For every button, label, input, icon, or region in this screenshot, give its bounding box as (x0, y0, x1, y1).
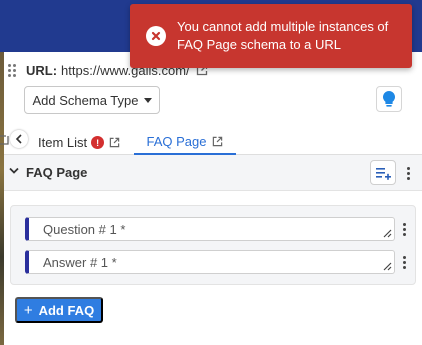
tab-faq-page-label: FAQ Page (146, 134, 207, 149)
tab-faq-page[interactable]: FAQ Page (134, 130, 236, 155)
external-link-icon[interactable] (0, 134, 10, 146)
url-label: URL: (26, 62, 58, 78)
answer-placeholder: Answer # 1 * (43, 254, 117, 270)
external-link-icon[interactable] (109, 137, 120, 148)
schema-tabs: Item List ! FAQ Page (0, 126, 422, 155)
question-field[interactable]: Question # 1 * (25, 217, 395, 241)
resize-handle-icon[interactable] (383, 229, 392, 238)
chevron-left-icon (15, 134, 22, 144)
add-to-list-button[interactable] (370, 160, 396, 185)
lightbulb-icon (383, 91, 395, 107)
resize-handle-icon[interactable] (383, 262, 392, 271)
faq-item-card: Question # 1 * Answer # 1 * (10, 205, 416, 285)
add-schema-type-label: Add Schema Type (32, 92, 139, 108)
plus-icon: + (23, 301, 33, 319)
more-vertical-icon[interactable] (402, 256, 406, 269)
add-faq-button[interactable]: + Add FAQ (15, 297, 103, 323)
add-schema-type-button[interactable]: Add Schema Type (24, 86, 160, 114)
error-toast[interactable]: You cannot add multiple instances of FAQ… (130, 4, 412, 68)
tab-item-list-label: Item List (38, 135, 88, 150)
drag-handle-icon[interactable] (8, 63, 20, 77)
section-title: FAQ Page (26, 165, 88, 180)
faq-section-header: FAQ Page (4, 155, 422, 191)
scroll-left-button[interactable] (10, 130, 28, 148)
answer-field[interactable]: Answer # 1 * (25, 250, 395, 274)
question-placeholder: Question # 1 * (43, 221, 126, 237)
lightbulb-button[interactable] (376, 86, 402, 112)
external-link-icon[interactable] (212, 136, 223, 147)
tab-item-list[interactable]: Item List ! (38, 130, 120, 155)
playlist-add-icon (376, 167, 391, 180)
chevron-down-icon[interactable] (9, 167, 19, 175)
caret-down-icon (143, 97, 152, 103)
error-badge: ! (91, 136, 105, 149)
toast-message: You cannot add multiple instances of FAQ… (177, 19, 389, 52)
close-circle-icon (146, 26, 166, 46)
more-vertical-icon[interactable] (402, 223, 406, 236)
more-vertical-icon[interactable] (406, 167, 410, 180)
schema-panel: URL: https://www.galls.com/ Add Schema T… (0, 52, 422, 345)
add-faq-label: Add FAQ (38, 302, 95, 318)
